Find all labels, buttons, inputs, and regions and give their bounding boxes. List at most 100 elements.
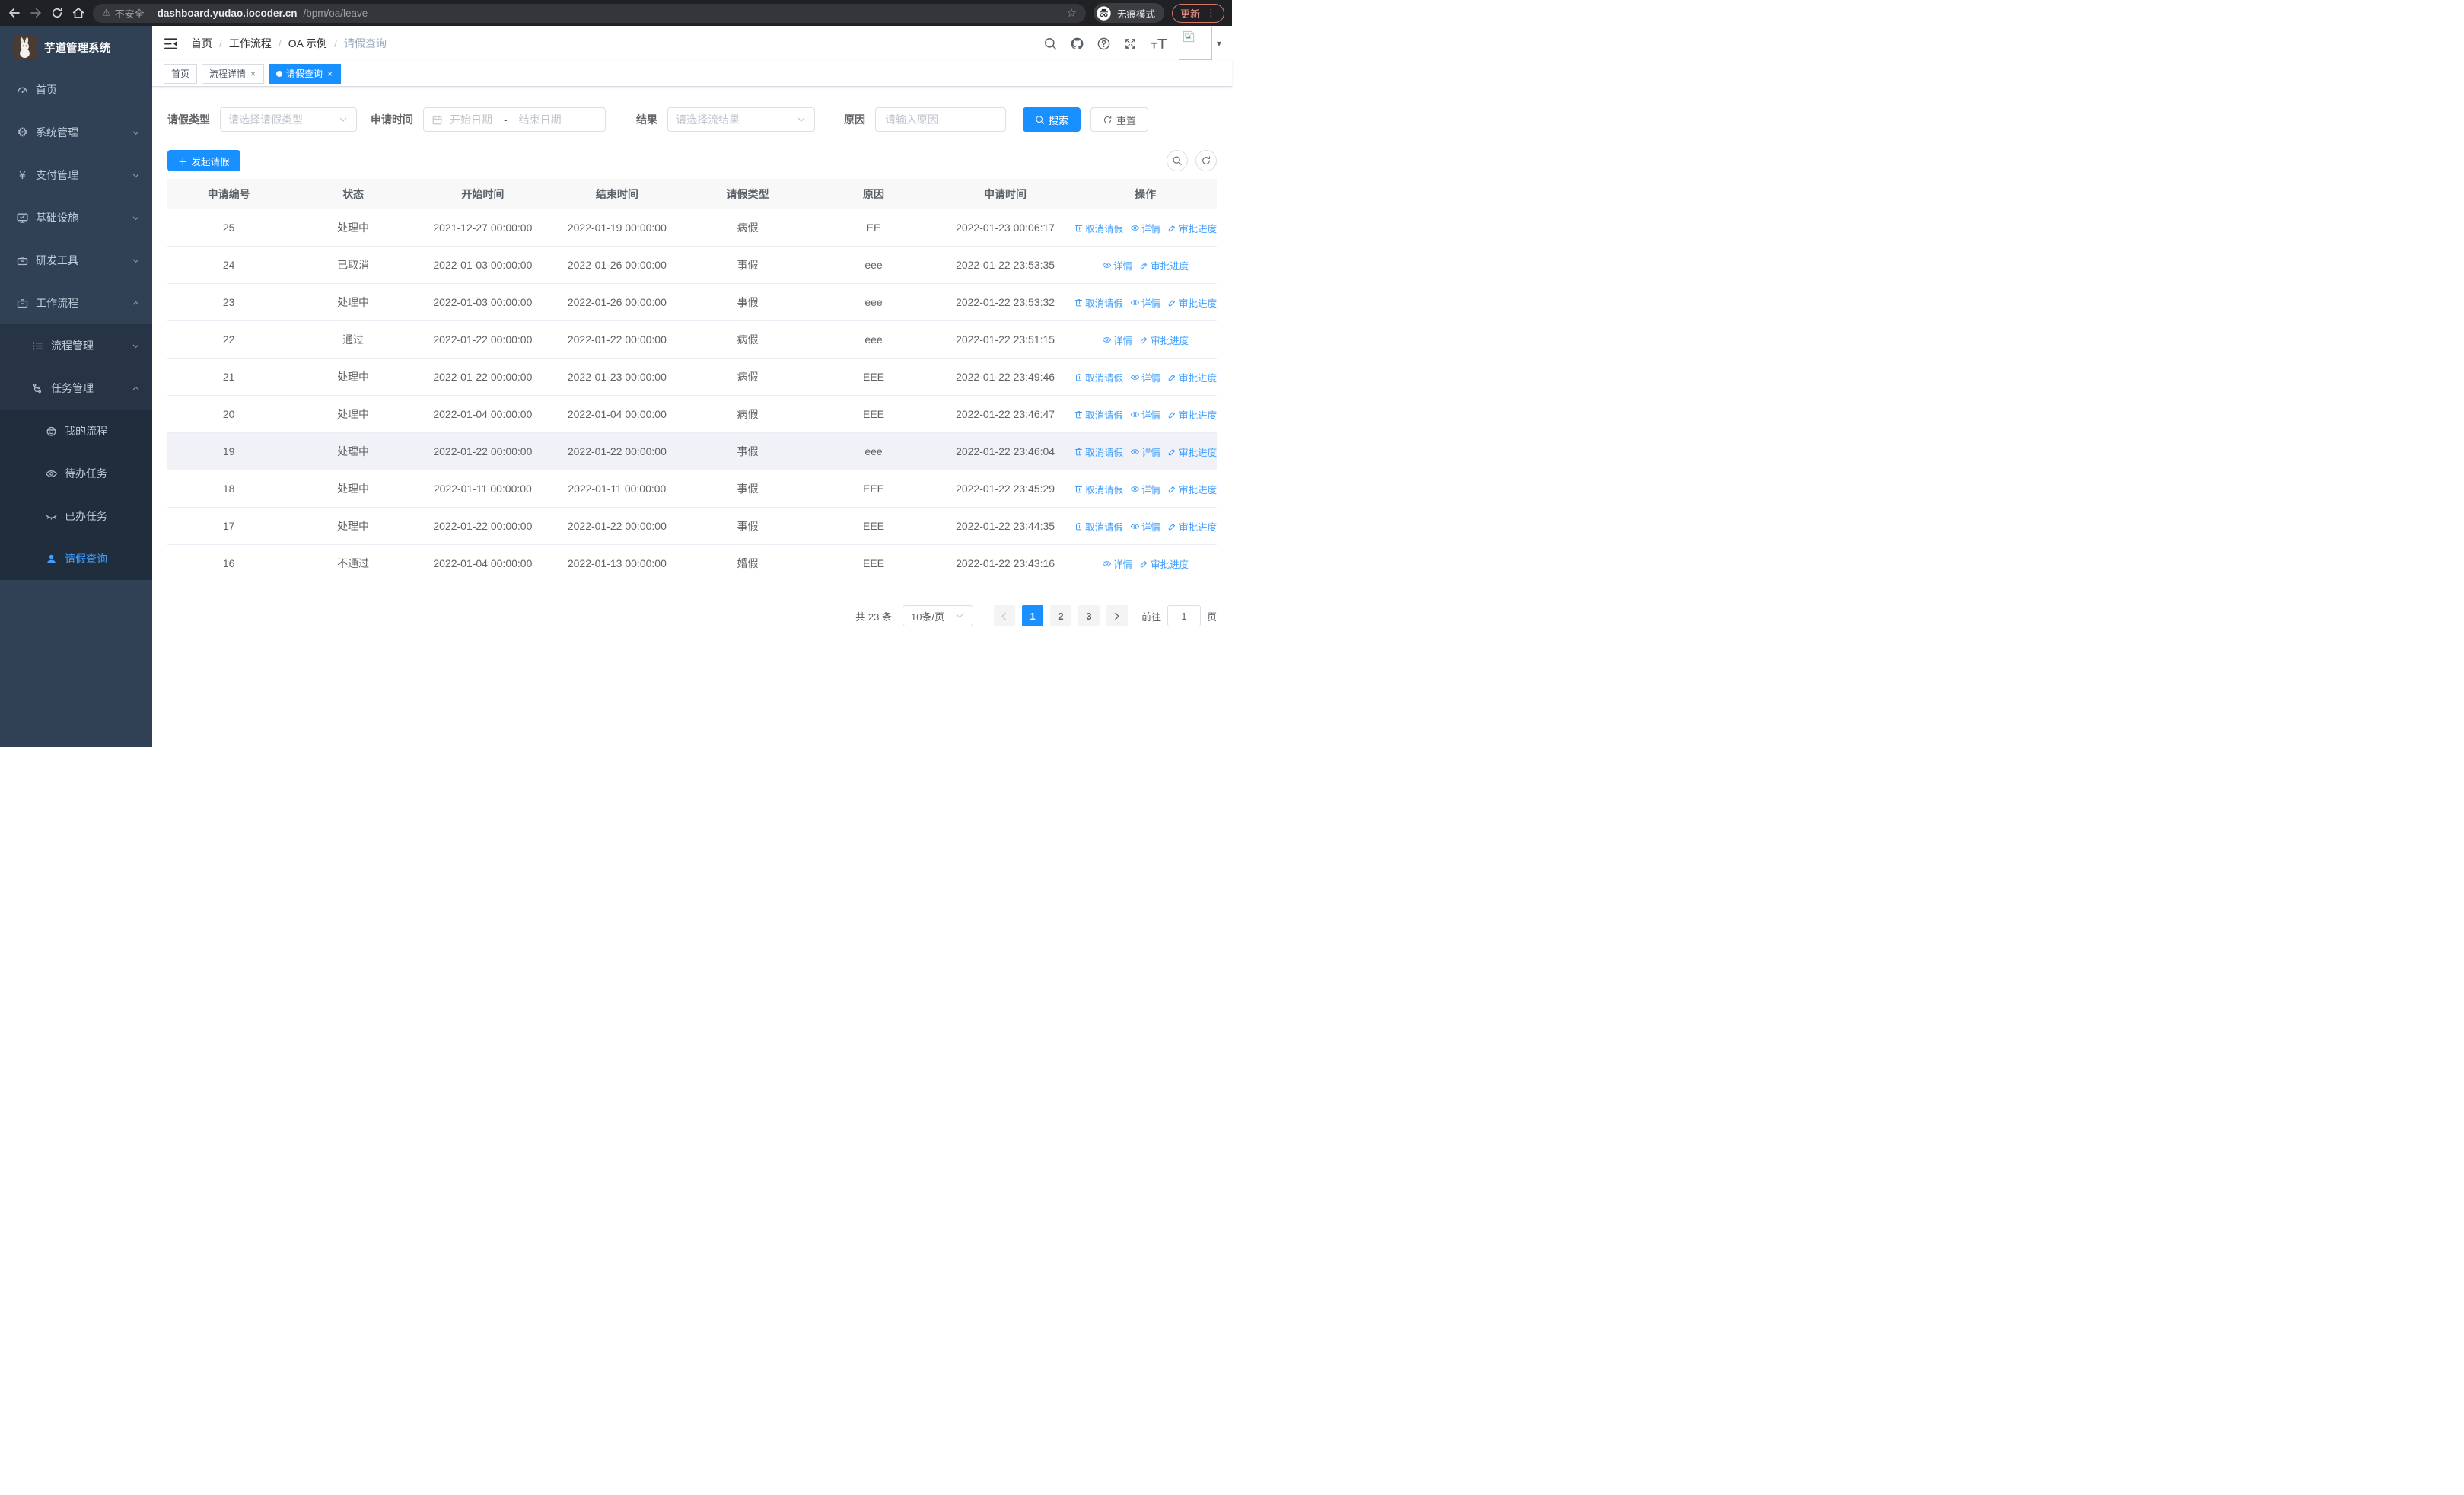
browser-menu-icon[interactable]: ⋮ <box>1206 7 1216 19</box>
cell-id: 18 <box>222 483 235 495</box>
search-icon[interactable] <box>1043 37 1058 51</box>
tab-0[interactable]: 首页 <box>164 63 198 84</box>
detail-link[interactable]: 详情 <box>1130 370 1160 384</box>
cell-operations: 取消请假 详情 审批进度 <box>1074 295 1217 310</box>
refresh-table-button[interactable] <box>1195 150 1217 171</box>
result-select[interactable]: 请选择流结果 <box>667 107 815 132</box>
user-avatar[interactable]: ▾ <box>1178 27 1221 60</box>
sidebar-item-11[interactable]: 请假查询 <box>0 537 152 580</box>
detail-link[interactable]: 详情 <box>1130 407 1160 422</box>
progress-link[interactable]: 审批进度 <box>1167 295 1217 310</box>
search-button[interactable]: 搜索 <box>1023 107 1081 132</box>
cell-end: 2022-01-11 00:00:00 <box>568 483 667 495</box>
detail-link[interactable]: 详情 <box>1102 333 1132 347</box>
cell-status: 已取消 <box>337 259 370 271</box>
sidebar-item-0[interactable]: 首页 <box>0 69 152 111</box>
help-icon[interactable] <box>1097 37 1111 51</box>
security-warning[interactable]: ⚠ 不安全 <box>102 6 145 21</box>
progress-link[interactable]: 审批进度 <box>1167 370 1217 384</box>
sidebar-item-10[interactable]: 已办任务 <box>0 495 152 537</box>
detail-link[interactable]: 详情 <box>1130 295 1160 310</box>
detail-link[interactable]: 详情 <box>1130 445 1160 459</box>
progress-link[interactable]: 审批进度 <box>1167 482 1217 496</box>
goto-page-input[interactable] <box>1167 605 1201 626</box>
progress-link[interactable]: 审批进度 <box>1139 333 1189 347</box>
sidebar-item-7[interactable]: 任务管理 <box>0 367 152 410</box>
detail-link[interactable]: 详情 <box>1102 258 1132 273</box>
tab-1[interactable]: 流程详情 × <box>202 63 265 84</box>
cancel-link[interactable]: 取消请假 <box>1074 370 1123 384</box>
sidebar-item-8[interactable]: 我的流程 <box>0 410 152 452</box>
sidebar-item-4[interactable]: 研发工具 <box>0 239 152 282</box>
github-icon[interactable] <box>1070 37 1084 51</box>
edit-icon <box>1167 298 1177 308</box>
tab-2[interactable]: 请假查询 × <box>269 63 342 84</box>
cell-end: 2022-01-22 00:00:00 <box>567 333 667 346</box>
font-size-icon[interactable] <box>1150 37 1168 51</box>
reload-icon[interactable] <box>50 6 64 20</box>
apply-time-range-picker[interactable]: 开始日期 - 结束日期 <box>423 107 606 132</box>
create-leave-button[interactable]: ＋ 发起请假 <box>167 150 240 171</box>
cancel-link[interactable]: 取消请假 <box>1074 519 1123 534</box>
detail-link[interactable]: 详情 <box>1130 221 1160 235</box>
sidebar-item-9[interactable]: 待办任务 <box>0 452 152 495</box>
home-icon[interactable] <box>72 6 85 20</box>
detail-link[interactable]: 详情 <box>1130 519 1160 534</box>
cancel-link[interactable]: 取消请假 <box>1074 407 1123 422</box>
sidebar-item-2[interactable]: ¥ 支付管理 <box>0 154 152 196</box>
back-icon[interactable] <box>8 6 21 20</box>
progress-link[interactable]: 审批进度 <box>1167 445 1217 459</box>
breadcrumb-workflow[interactable]: 工作流程 <box>229 36 272 51</box>
breadcrumb-home[interactable]: 首页 <box>191 36 212 51</box>
table-row: 19 处理中 2022-01-22 00:00:00 2022-01-22 00:00… <box>167 433 1217 470</box>
bookmark-star-icon[interactable]: ☆ <box>1067 6 1077 20</box>
prev-page-button[interactable] <box>993 605 1015 626</box>
next-page-button[interactable] <box>1106 605 1128 626</box>
cell-id: 20 <box>222 408 235 420</box>
page-button-1[interactable]: 1 <box>1021 605 1043 626</box>
column-header-0: 申请编号 <box>207 187 250 200</box>
cancel-link[interactable]: 取消请假 <box>1074 221 1123 235</box>
sidebar-collapse-icon[interactable] <box>163 36 179 52</box>
sidebar-item-5[interactable]: 工作流程 <box>0 282 152 324</box>
forward-icon[interactable] <box>29 6 43 20</box>
progress-link[interactable]: 审批进度 <box>1167 221 1217 235</box>
chevron-down-icon <box>131 341 141 351</box>
address-bar[interactable]: ⚠ 不安全 dashboard.yudao.iocoder.cn/bpm/oa/… <box>93 3 1086 23</box>
close-icon[interactable]: × <box>250 69 256 79</box>
page-size-select[interactable]: 10条/页 <box>902 605 973 626</box>
detail-link[interactable]: 详情 <box>1102 556 1132 571</box>
update-button[interactable]: 更新 ⋮ <box>1171 3 1224 23</box>
cell-reason: EEE <box>863 557 885 569</box>
progress-link[interactable]: 审批进度 <box>1139 258 1189 273</box>
progress-link[interactable]: 审批进度 <box>1139 556 1189 571</box>
topbar: 首页 / 工作流程 / OA 示例 / 请假查询 ▾ <box>152 26 1232 61</box>
table-row: 23 处理中 2022-01-03 00:00:00 2022-01-26 00:00… <box>167 284 1217 321</box>
chevron-up-icon <box>131 384 141 394</box>
page-button-3[interactable]: 3 <box>1078 605 1100 626</box>
leave-type-select[interactable]: 请选择请假类型 <box>220 107 357 132</box>
cancel-link[interactable]: 取消请假 <box>1074 445 1123 459</box>
detail-link[interactable]: 详情 <box>1130 482 1160 496</box>
progress-link[interactable]: 审批进度 <box>1167 519 1217 534</box>
sidebar-menu: 首页 ⚙ 系统管理 ¥ 支付管理 基础设施 研发工具 工作流程 流程管理 任务管理 我的流程 待办任务… <box>0 69 152 748</box>
reason-input[interactable] <box>875 107 1006 132</box>
cell-start: 2022-01-22 00:00:00 <box>433 520 533 532</box>
fullscreen-icon[interactable] <box>1123 37 1138 51</box>
column-header-3: 结束时间 <box>595 187 638 200</box>
page-button-2[interactable]: 2 <box>1049 605 1071 626</box>
logo-image <box>13 35 37 59</box>
table-row: 20 处理中 2022-01-04 00:00:00 2022-01-04 00:00… <box>167 396 1217 433</box>
cell-status: 处理中 <box>337 445 370 457</box>
progress-link[interactable]: 审批进度 <box>1167 407 1217 422</box>
breadcrumb-oa[interactable]: OA 示例 <box>288 36 327 51</box>
cancel-link[interactable]: 取消请假 <box>1074 482 1123 496</box>
cancel-link[interactable]: 取消请假 <box>1074 295 1123 310</box>
close-icon[interactable]: × <box>326 69 333 79</box>
url-path: /bpm/oa/leave <box>303 7 368 19</box>
show-search-button[interactable] <box>1167 150 1188 171</box>
sidebar-item-6[interactable]: 流程管理 <box>0 324 152 367</box>
sidebar-item-3[interactable]: 基础设施 <box>0 196 152 239</box>
sidebar-item-1[interactable]: ⚙ 系统管理 <box>0 111 152 154</box>
reset-button[interactable]: 重置 <box>1090 107 1149 132</box>
